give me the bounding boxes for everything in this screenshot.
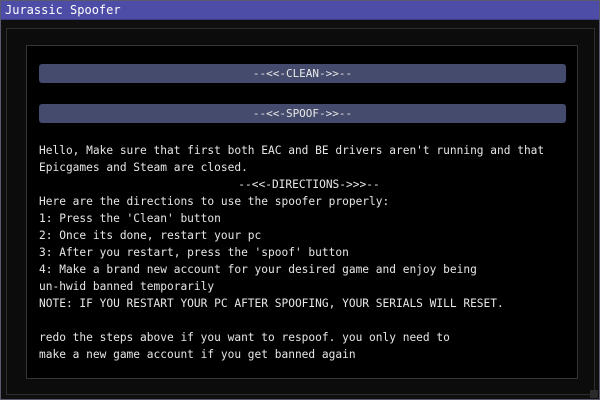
instructions-text: Hello, Make sure that first both EAC and…: [39, 142, 579, 363]
window-title[interactable]: Jurassic Spoofer: [1, 1, 599, 20]
app-window: Jurassic Spoofer --<<-CLEAN->>-- --<<-SP…: [0, 0, 600, 400]
note-line: NOTE: IF YOU RESTART YOUR PC AFTER SPOOF…: [39, 297, 504, 310]
directions-heading: --<<-DIRECTIONS->>>--: [238, 178, 380, 191]
spoof-button[interactable]: --<<-SPOOF->>--: [39, 104, 566, 123]
step-1: 1: Press the 'Clean' button: [39, 212, 221, 225]
resize-grip[interactable]: [590, 390, 598, 398]
step-2: 2: Once its done, restart your pc: [39, 229, 262, 242]
respoof-line-1: redo the steps above if you want to resp…: [39, 331, 450, 344]
step-4: 4: Make a brand new account for your des…: [39, 263, 477, 276]
directions-intro: Here are the directions to use the spoof…: [39, 195, 390, 208]
step-3: 3: After you restart, press the 'spoof' …: [39, 246, 349, 259]
intro-line-1: Hello, Make sure that first both EAC and…: [39, 144, 545, 157]
step-4-continued: un-hwid banned temporarily: [39, 280, 215, 293]
intro-line-2: Epicgames and Steam are closed.: [39, 161, 248, 174]
respoof-line-2: make a new game account if you get banne…: [39, 348, 356, 361]
clean-button[interactable]: --<<-CLEAN->>--: [39, 64, 566, 83]
